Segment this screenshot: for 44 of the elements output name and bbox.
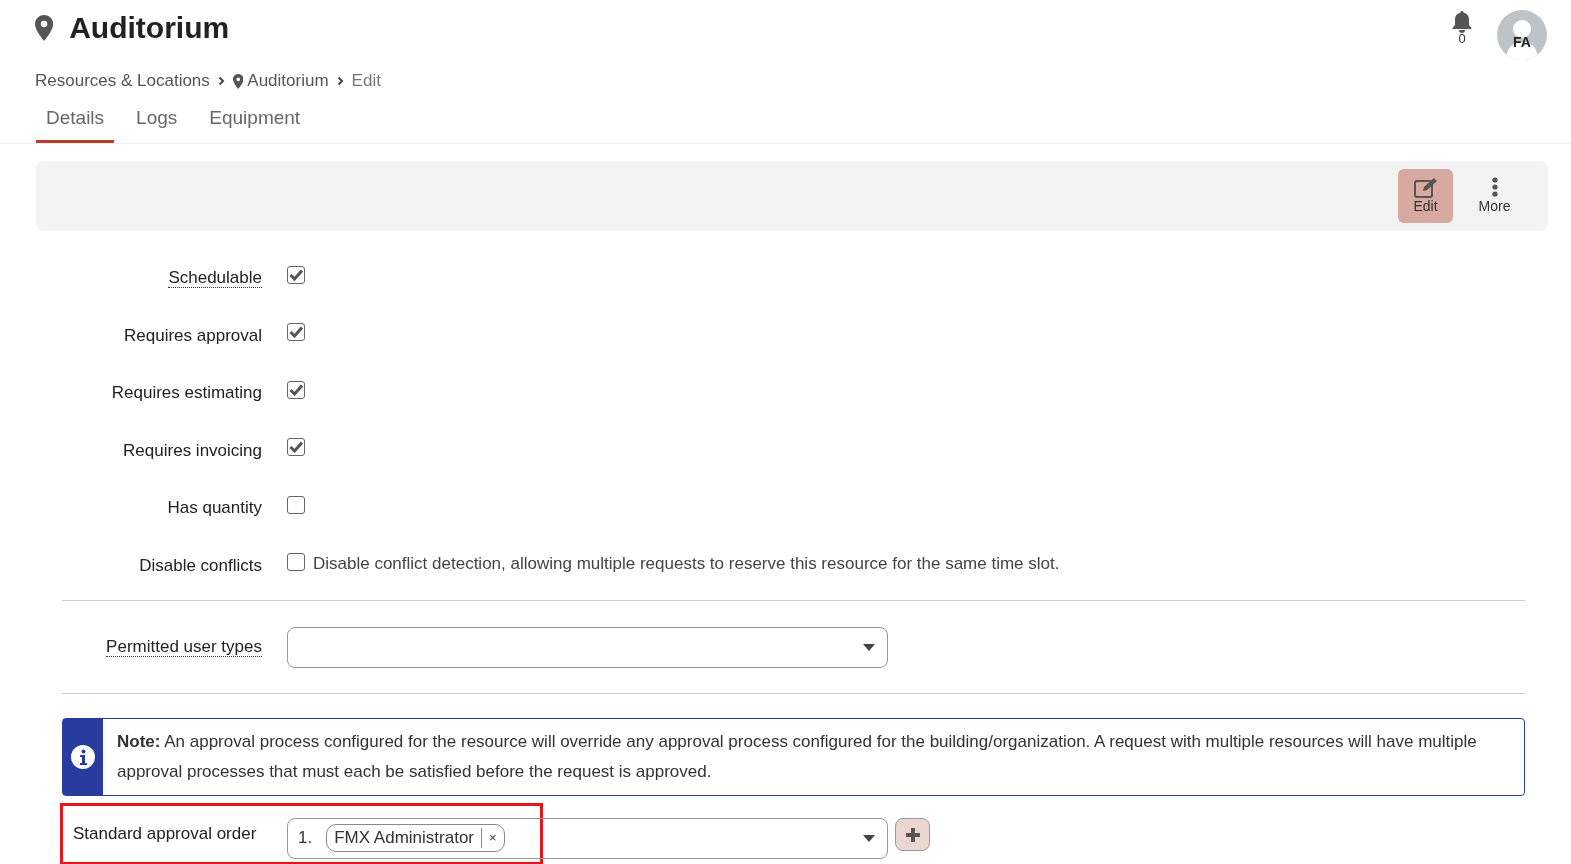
- map-pin-icon: [232, 73, 244, 89]
- checkbox[interactable]: [287, 438, 305, 457]
- field-label: Standard approval order: [73, 824, 257, 844]
- checkbox[interactable]: [287, 380, 305, 399]
- breadcrumb-current: Edit: [351, 70, 381, 93]
- tab[interactable]: Logs: [126, 98, 188, 143]
- breadcrumb-link[interactable]: Resources & Locations: [35, 68, 210, 94]
- field-label: Requires approval: [124, 325, 262, 345]
- note-text: Note: An approval process configured for the resource will override any approval process configured for the building/organization. A request with multiple resources will have multiple approval processes that must each be satisfied before the request is approved.: [116, 731, 1478, 783]
- more-button[interactable]: More: [1467, 169, 1522, 223]
- add-button[interactable]: [895, 818, 930, 851]
- pencil-square-icon: [1412, 177, 1439, 200]
- field-label: Disable conflicts: [139, 555, 262, 575]
- checkbox[interactable]: [287, 323, 305, 342]
- plus-icon: [905, 827, 920, 842]
- checkbox[interactable]: [287, 265, 305, 284]
- field-label: Requires estimating: [111, 383, 262, 402]
- select-field[interactable]: 1. FMX Administrator ×: [287, 817, 888, 859]
- checkbox[interactable]: [287, 553, 305, 572]
- selected-tag[interactable]: FMX Administrator ×: [326, 824, 505, 852]
- caret-icon: [863, 643, 875, 651]
- notifications-button[interactable]: 0: [1451, 10, 1473, 45]
- field-label: Has quantity: [167, 498, 262, 517]
- field-label: Requires invoicing: [123, 440, 262, 460]
- chevron-icon: [336, 76, 344, 86]
- field-label: Permitted user types: [106, 637, 262, 658]
- info-icon: [71, 745, 95, 769]
- tab[interactable]: Equipment: [199, 98, 311, 143]
- select-field[interactable]: [287, 626, 888, 668]
- page-title: Auditorium: [69, 10, 230, 46]
- breadcrumb-link[interactable]: Auditorium: [232, 68, 329, 94]
- field-label: Schedulable: [168, 268, 262, 288]
- edit-button[interactable]: Edit: [1398, 169, 1453, 223]
- caret-icon: [863, 834, 875, 842]
- tab[interactable]: Details: [36, 98, 115, 143]
- more-dots-icon: [1491, 177, 1498, 200]
- bell-icon: [1451, 10, 1473, 34]
- order-number: 1.: [298, 827, 313, 850]
- checkbox[interactable]: [287, 495, 305, 514]
- avatar[interactable]: FA: [1497, 10, 1547, 60]
- checkbox-description: Disable conflict detection, allowing multiple requests to reserve this resource for the same time slot.: [313, 552, 1060, 575]
- map-pin-icon: [35, 15, 54, 41]
- notification-count: 0: [1458, 32, 1466, 45]
- chevron-icon: [217, 76, 225, 86]
